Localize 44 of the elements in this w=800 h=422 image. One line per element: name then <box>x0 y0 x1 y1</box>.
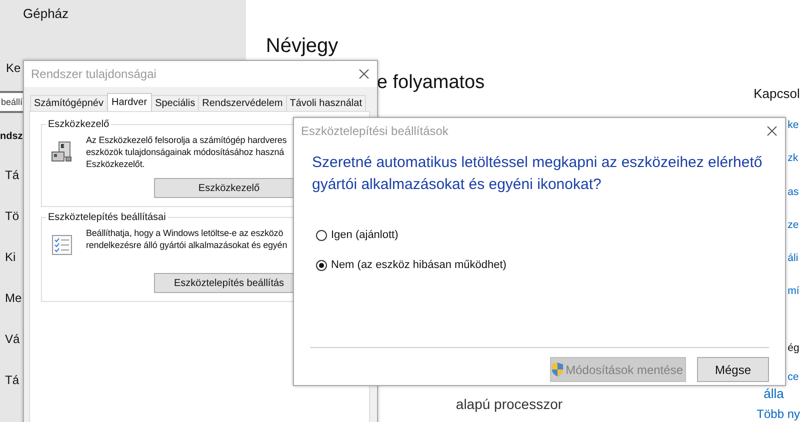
button[interactable]: Mégse <box>697 357 769 382</box>
nav-item[interactable]: Ke <box>6 61 21 75</box>
processor-text: alapú processzor <box>456 396 564 412</box>
group-title: Eszköztelepítés beállításai <box>46 212 168 223</box>
link[interactable]: as <box>788 186 799 201</box>
group-title: Eszközkezelő <box>46 119 112 130</box>
section-title: ndsz <box>0 131 23 142</box>
window-title: Eszköztelepítési beállítások <box>301 124 448 138</box>
option-label: Nem (az eszköz hibásan működhet) <box>331 259 506 271</box>
nav-item[interactable]: Vá <box>5 332 20 347</box>
question-text: Szeretné automatikus letöltéssel megkapni az eszközeihez elérhető gyártói alkalmazásokat és egyéni ikonokat? <box>312 153 764 195</box>
tab[interactable]: Számítógépnév <box>30 95 108 111</box>
nav-item[interactable]: Tá <box>5 168 20 183</box>
option-label: Igen (ajánlott) <box>331 229 398 241</box>
link[interactable]: Több ny <box>756 406 800 422</box>
section-title: ég <box>788 342 800 356</box>
tab[interactable]: Hardver <box>106 93 152 111</box>
close-icon[interactable] <box>767 126 777 136</box>
nav-item[interactable]: Me <box>5 291 22 306</box>
tab[interactable]: Speciális <box>151 95 200 111</box>
section-title: Kapcsol <box>754 86 800 101</box>
link[interactable]: zk <box>788 152 798 168</box>
page-heading: Névjegy <box>266 34 340 58</box>
link[interactable]: ke <box>788 119 799 134</box>
tab[interactable]: Távoli használat <box>286 95 366 111</box>
description-text: Beállíthatja, hogy a Windows letöltse-e az eszközö rendelkezésre álló gyártói alkalmazásokat és egyén <box>86 227 288 252</box>
link[interactable]: ze <box>788 218 799 234</box>
close-icon[interactable] <box>359 69 369 79</box>
nav-item[interactable]: Tö <box>5 209 20 224</box>
checklist-icon <box>50 233 74 257</box>
status-text: e folyamatos <box>376 72 486 94</box>
page-title: Gépház <box>23 6 69 21</box>
shield-icon <box>550 362 564 377</box>
radio-button[interactable] <box>316 260 327 270</box>
link[interactable]: áli <box>788 252 798 268</box>
nav-item[interactable]: Tá <box>5 373 20 388</box>
description-text: Az Eszközkezelő felsorolja a számítógép hardveres eszközök tulajdonságainak módosításához haszná Eszközkezelőt. <box>86 134 287 170</box>
nav-item[interactable]: Ki <box>5 250 16 265</box>
radio-button[interactable] <box>316 230 327 240</box>
link[interactable]: ce <box>788 371 799 386</box>
device-icon <box>50 140 74 164</box>
link[interactable]: álla <box>764 386 784 402</box>
link[interactable]: mí <box>788 285 800 301</box>
window-title: Rendszer tulajdonságai <box>31 67 156 81</box>
